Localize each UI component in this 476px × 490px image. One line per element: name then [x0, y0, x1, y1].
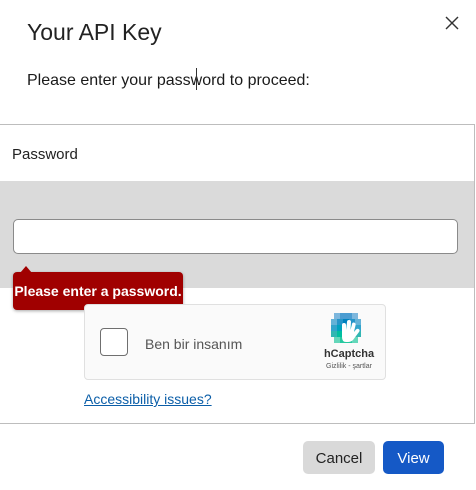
text-cursor — [196, 68, 197, 90]
accessibility-issues-link[interactable]: Accessibility issues? — [84, 391, 212, 407]
password-form: Password Please enter a password. Ben bi… — [0, 124, 475, 424]
hcaptcha-widget: Ben bir insanım hCaptcha Gizlilik - şart… — [84, 304, 386, 380]
prompt-text: Please enter your password to proceed: — [27, 72, 310, 89]
dialog-title: Your API Key — [27, 19, 162, 45]
captcha-checkbox[interactable] — [100, 328, 128, 356]
view-button[interactable]: View — [383, 441, 444, 474]
hcaptcha-brand: hCaptcha — [323, 348, 375, 360]
close-icon — [445, 16, 459, 30]
hcaptcha-hand-icon — [331, 313, 361, 343]
captcha-privacy-terms-link[interactable]: Gizlilik - şartlar — [316, 363, 382, 370]
captcha-label: Ben bir insanım — [145, 336, 243, 352]
cancel-button[interactable]: Cancel — [303, 441, 375, 474]
close-button[interactable] — [440, 11, 464, 35]
password-input[interactable] — [13, 219, 458, 254]
tooltip-arrow — [20, 266, 32, 273]
password-label: Password — [12, 146, 78, 163]
error-message: Please enter a password. — [14, 283, 182, 299]
